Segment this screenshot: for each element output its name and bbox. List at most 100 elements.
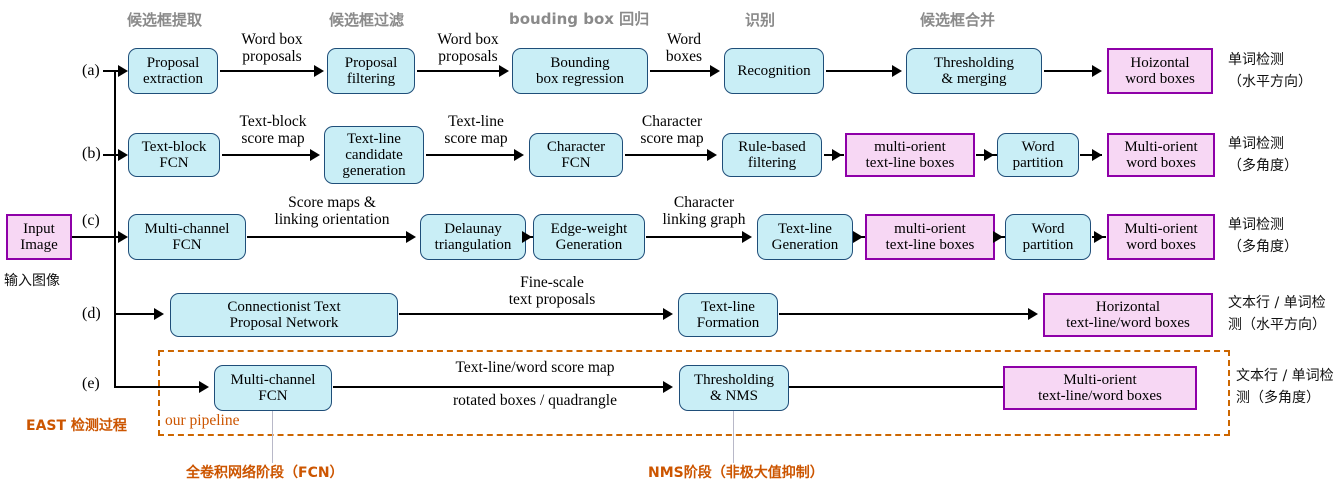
box-label-line1: Thresholding [694, 371, 774, 388]
box-c-delaunay-triangulation: Delaunay triangulation [420, 214, 526, 260]
box-a-recognition: Recognition [724, 48, 824, 94]
right-label-e-line2: 测（多角度） [1236, 389, 1320, 406]
arrow-d-in-head [154, 308, 164, 320]
box-e-multi-channel-fcn: Multi-channel FCN [214, 365, 332, 411]
box-label-line1: Multi-orient [1063, 371, 1137, 388]
arrow-b6-head [1092, 149, 1102, 161]
box-a-horizontal-word-boxes: Hoizontal word boxes [1107, 48, 1213, 94]
arrow-c1-head [406, 231, 416, 243]
box-c-multi-orient-text-line-boxes: multi-orient text-line boxes [865, 214, 995, 260]
box-d-horizontal-text-line-word-boxes: Horizontal text-line/word boxes [1043, 293, 1213, 337]
arrow-c1-line [247, 236, 409, 239]
arrow-a4-line [826, 70, 894, 73]
nms-stage-leader-line [733, 411, 734, 463]
right-label-a-line2: （水平方向） [1228, 73, 1312, 90]
box-label-line1: Proposal [344, 54, 398, 71]
box-a-thresholding-merging: Thresholding & merging [906, 48, 1042, 94]
box-label-line1: Text-line [701, 298, 755, 315]
box-label-line1: Proposal [146, 54, 200, 71]
box-label-line1: Delaunay [444, 220, 502, 237]
box-a-proposal-extraction: Proposal extraction [128, 48, 218, 94]
box-label-line2: Generation [771, 237, 839, 253]
box-label-line2: Formation [696, 315, 760, 331]
stage-heading-proposal-extraction: 候选框提取 [127, 11, 203, 29]
arrow-b2-line [426, 154, 516, 157]
input-image-caption: 输入图像 [4, 273, 60, 289]
row-tag-b: (b) [82, 145, 101, 162]
right-label-d-line2: 测（水平方向） [1228, 316, 1326, 333]
arrow-e-in-line [114, 386, 206, 389]
box-a-proposal-filtering: Proposal filtering [327, 48, 415, 94]
box-c-multi-orient-word-boxes: Multi-orient word boxes [1107, 214, 1215, 260]
arrow-e2-line [789, 386, 1003, 389]
right-label-b-line1: 单词检测 [1228, 136, 1284, 152]
right-label-b-line2: （多角度） [1228, 157, 1298, 174]
box-label-line2: candidate [345, 146, 403, 163]
box-c-text-line-generation: Text-line Generation [757, 214, 853, 260]
edge-label-e-rotated-boxes: rotated boxes / quadrangle [453, 392, 617, 409]
arrow-c4-head [853, 231, 863, 243]
box-a-bounding-box-regression: Bounding box regression [512, 48, 648, 94]
our-pipeline-label: our pipeline [165, 412, 240, 429]
box-label-line1: Rule-based [738, 138, 806, 155]
box-d-text-line-formation: Text-line Formation [678, 293, 778, 337]
box-label-line1: Thresholding [934, 54, 1014, 71]
arrow-a1-head [314, 65, 324, 77]
box-label-line2: text-line/word boxes [1066, 315, 1190, 331]
box-b-text-block-fcn: Text-block FCN [128, 133, 220, 177]
box-label-line1: Multi-orient [1124, 138, 1198, 155]
box-label-line1: multi-orient [894, 220, 966, 237]
box-c-word-partition: Word partition [1005, 214, 1091, 260]
east-process-label: EAST 检测过程 [26, 418, 127, 434]
edge-label-b-3: Character score map [640, 113, 704, 148]
box-label-line1: multi-orient [874, 138, 946, 155]
box-b-multi-orient-word-boxes: Multi-orient word boxes [1107, 133, 1215, 177]
arrow-a3-head [710, 65, 720, 77]
box-label-line2: text-line boxes [865, 155, 955, 171]
fcn-stage-leader-line [272, 411, 273, 463]
box-label-line2: FCN [561, 155, 591, 171]
box-label-line1: Character [546, 138, 606, 155]
arrow-d1-line [399, 313, 665, 316]
box-b-word-partition: Word partition [997, 133, 1079, 177]
box-label-line2: & NMS [710, 388, 758, 404]
arrow-b3-line [625, 154, 709, 157]
right-label-e-line1: 文本行 / 单词检 [1236, 368, 1334, 384]
stage-heading-bounding-box-regression: bouding box 回归 [509, 10, 650, 28]
arrow-c5-head [993, 231, 1003, 243]
diagram-canvas: 候选框提取 候选框过滤 bouding box 回归 识别 候选框合并 Inpu… [0, 0, 1341, 500]
input-image-box: Input Image [6, 214, 72, 260]
right-label-d-line1: 文本行 / 单词检 [1228, 295, 1326, 311]
right-label-a-line1: 单词检测 [1228, 52, 1284, 68]
arrow-a5-line [1044, 70, 1094, 73]
arrow-b3-head [707, 149, 717, 161]
arrow-b5-head [984, 149, 994, 161]
edge-label-b-1: Text-block score map [239, 113, 307, 148]
box-label-line2: filtering [346, 71, 396, 87]
box-b-character-fcn: Character FCN [529, 133, 623, 177]
arrow-d1-head [663, 308, 673, 320]
row-tag-e: (e) [82, 375, 100, 392]
arrow-a4-head [892, 65, 902, 77]
box-label-line2: FCN [258, 388, 288, 404]
arrow-a5-head [1092, 65, 1102, 77]
box-label-line2: box regression [536, 71, 624, 87]
box-label-line2: extraction [143, 71, 203, 87]
box-label-line2: Proposal Network [229, 315, 339, 331]
arrow-a3-line [650, 70, 712, 73]
box-label-line2: word boxes [1126, 237, 1196, 253]
box-label-line1: Multi-channel [144, 220, 230, 237]
nms-stage-label: NMS阶段（非极大值抑制） [648, 465, 824, 481]
box-b-text-line-candidate-generation: Text-line candidate generation [324, 126, 424, 184]
edge-label-a-1: Word box proposals [241, 31, 303, 66]
right-label-c: 单词检测 （多角度） [1228, 215, 1341, 258]
stage-heading-box-merging: 候选框合并 [920, 11, 996, 29]
box-label-line3: generation [342, 163, 406, 180]
arrow-b2-head [514, 149, 524, 161]
main-vertical-bus [114, 70, 117, 386]
row-tag-c: (c) [82, 212, 100, 229]
box-label-line1: Connectionist Text [227, 298, 341, 315]
arrow-b4-head [832, 149, 842, 161]
box-label-line2: word boxes [1126, 155, 1196, 171]
right-label-c-line1: 单词检测 [1228, 217, 1284, 233]
